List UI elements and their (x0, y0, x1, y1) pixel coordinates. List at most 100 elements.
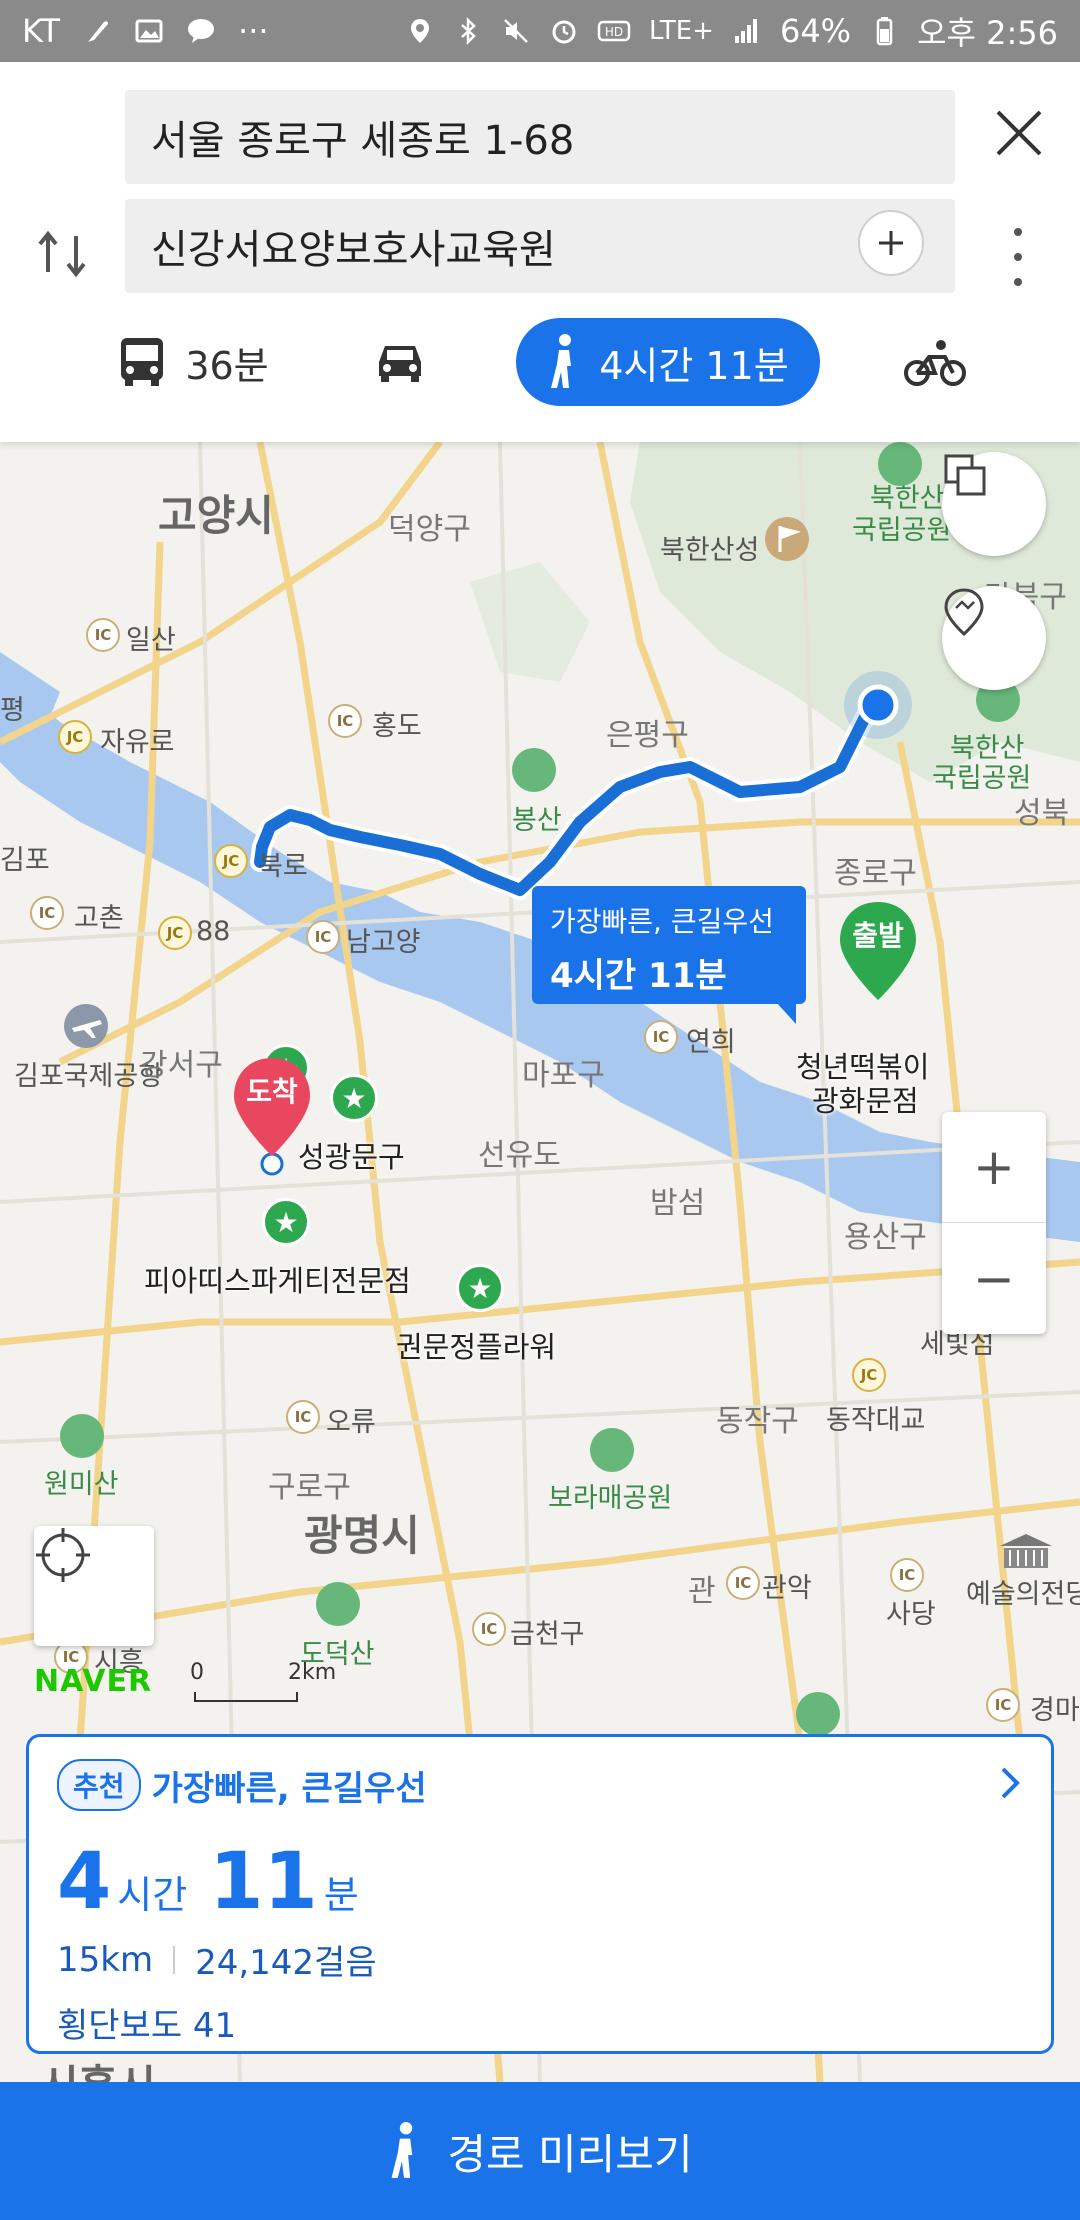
jc-marker: JC (214, 844, 248, 878)
map-label: 자유로 (100, 727, 175, 758)
map-label: 동작대교 (826, 1405, 926, 1436)
tab-bike[interactable] (900, 318, 970, 406)
route-crosswalks: 횡단보도 41 (57, 2006, 237, 2046)
tab-transit[interactable]: 36분 (108, 318, 278, 406)
map-label: 북로 (258, 851, 308, 882)
tab-car[interactable] (370, 318, 430, 406)
swap-icon[interactable] (30, 222, 94, 286)
duration-hours: 4 (57, 1837, 112, 1927)
bus-icon (121, 338, 164, 386)
tab-walk[interactable]: 4시간 11분 (516, 318, 820, 406)
bluetooth-icon (461, 16, 476, 46)
map-label: 금천구 (510, 1619, 585, 1650)
poi-toggle-button[interactable] (942, 586, 1046, 690)
route-steps: 24,142걸음 (195, 1943, 377, 1983)
map-label: 평 (0, 695, 25, 726)
ic-marker: IC (306, 920, 340, 954)
feather-icon (88, 21, 109, 42)
walk-icon (551, 334, 572, 388)
map-label: 고촌 (74, 903, 124, 934)
map-label: 성광문구 (298, 1140, 405, 1174)
star-poi-icon[interactable]: ★ (456, 1264, 504, 1312)
map-label: 덕양구 (388, 512, 471, 547)
map-layers-button[interactable] (942, 452, 1046, 556)
transit-time: 36분 (185, 343, 269, 388)
map-label: 봉산 (512, 805, 562, 836)
bike-icon (904, 340, 966, 386)
zoom-controls: + − (942, 1112, 1046, 1334)
ic-marker: IC (286, 1400, 320, 1434)
route-tooltip[interactable]: 가장빠른, 큰길우선 4시간 11분 (532, 886, 806, 1004)
mountain-icon (60, 1414, 104, 1458)
map-label: 예술의전당 (966, 1579, 1080, 1610)
alarm-icon (552, 20, 576, 44)
map-label: 마포구 (522, 1058, 605, 1093)
walk-icon (391, 2122, 413, 2178)
naver-logo: NAVER (34, 1664, 153, 1699)
gallery-icon (135, 19, 163, 43)
end-pin-label: 도착 (246, 1075, 298, 1108)
car-icon (379, 346, 421, 382)
map-label: 구로구 (268, 1470, 351, 1505)
zoom-out-button[interactable]: − (942, 1223, 1046, 1334)
tooltip-title: 가장빠른, 큰길우선 (550, 905, 774, 938)
map-label: 북한산성 (660, 535, 760, 566)
more-notifications: ··· (238, 12, 269, 50)
signal-icon (734, 19, 757, 43)
route-title: 가장빠른, 큰길우선 (151, 1768, 427, 1809)
map-label: 피아띠스파게티전문점 (144, 1264, 411, 1298)
map-label: 용산구 (844, 1220, 927, 1255)
map-label: 관 (688, 1574, 716, 1609)
mute-icon (504, 19, 528, 43)
chevron-right-icon[interactable] (995, 1763, 1025, 1803)
add-waypoint-button[interactable] (858, 210, 924, 276)
end-pin[interactable]: 도착 (230, 1056, 314, 1160)
my-location-button[interactable] (34, 1526, 154, 1646)
star-poi-icon[interactable]: ★ (262, 1198, 310, 1246)
ic-marker: IC (726, 1566, 760, 1600)
ic-marker: IC (328, 704, 362, 738)
start-pin[interactable]: 출발 (836, 900, 920, 1004)
origin-input[interactable]: 서울 종로구 세종로 1-68 (125, 90, 955, 184)
mountain-icon (796, 1692, 840, 1736)
route-meta: 15km 24,142걸음 (57, 1935, 1023, 1984)
route-preview-label: 경로 미리보기 (447, 2129, 693, 2179)
route-summary-card[interactable]: 추천 가장빠른, 큰길우선 4 시간 11 분 15km 24,142걸음 횡단… (26, 1734, 1054, 2054)
mountain-icon (512, 748, 556, 792)
duration-minutes: 11 (209, 1837, 318, 1927)
map-label: 강서구 (140, 1048, 223, 1083)
hd-icon: HD (597, 20, 631, 42)
mountain-icon (590, 1428, 634, 1472)
map-label: 연희 (686, 1027, 736, 1058)
carrier-label: KT (22, 12, 61, 50)
route-preview-button[interactable]: 경로 미리보기 (0, 2082, 1080, 2220)
star-poi-icon[interactable]: ★ (330, 1074, 378, 1122)
map-label: 오류 (326, 1407, 376, 1438)
map-label: 원미산 (44, 1469, 119, 1500)
map-label: 일산 (126, 625, 176, 656)
zoom-in-button[interactable]: + (942, 1112, 1046, 1223)
talk-icon (188, 19, 215, 43)
ic-marker: IC (644, 1020, 678, 1054)
map-label: 국립공원 (852, 515, 952, 546)
recommended-badge: 추천 (57, 1759, 141, 1811)
clock: 오후 2:56 (917, 14, 1058, 52)
map-label: 밤섬 (650, 1186, 706, 1221)
mountain-icon (316, 1582, 360, 1626)
destination-input[interactable]: 신강서요양보호사교육원 (125, 199, 955, 293)
duration-minutes-unit: 분 (323, 1873, 359, 1917)
map-label: 경마 (1030, 1695, 1080, 1726)
map-label: 88 (196, 916, 231, 947)
duration-hours-unit: 시간 (117, 1873, 188, 1917)
close-icon[interactable] (990, 104, 1048, 162)
ic-marker: IC (30, 896, 64, 930)
map-label: 김포 (0, 845, 50, 876)
map-label: 성북 (1014, 796, 1070, 831)
jc-marker: JC (158, 916, 192, 950)
map-label: 보라매공원 (548, 1483, 673, 1514)
more-options-button[interactable] (1000, 222, 1036, 292)
map-label: 광화문점 (812, 1084, 919, 1118)
map-label: 사당 (886, 1599, 936, 1630)
route-duration: 4 시간 11 분 (57, 1837, 1023, 1927)
battery-icon (876, 17, 893, 46)
